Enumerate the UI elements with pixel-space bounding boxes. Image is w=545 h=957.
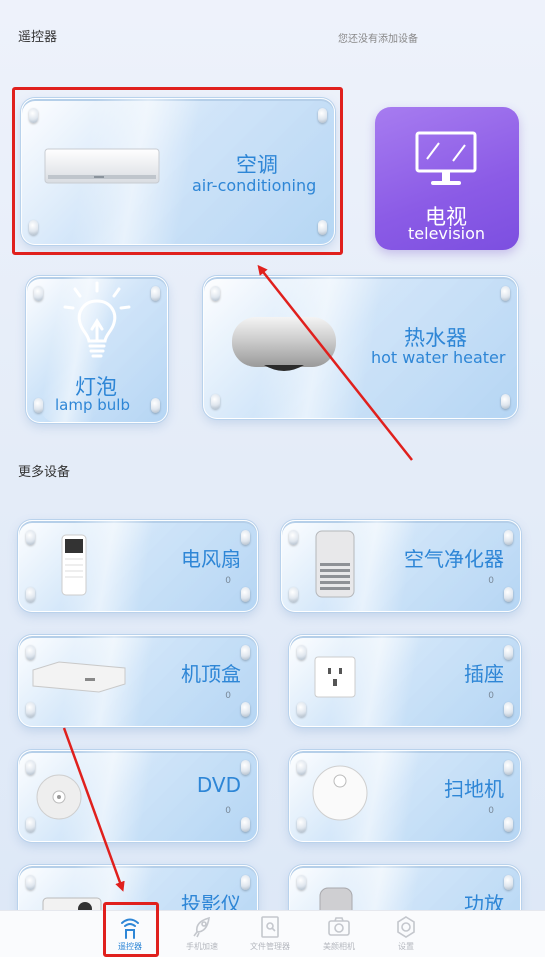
robot-vacuum-icon [312,765,368,821]
device-card-dvd[interactable]: DVD 0 [18,750,258,842]
gear-icon [397,916,415,938]
tab-label: 设置 [398,942,414,951]
device-card-fan[interactable]: 电风扇 0 [18,520,258,612]
hot-water-heater-card[interactable]: 热水器 hot water heater [203,276,518,419]
tab-remote[interactable]: 遥控器 [100,914,160,952]
device-count: 0 [488,576,494,586]
tab-settings[interactable]: 设置 [376,914,436,952]
device-card-air-purifier[interactable]: 空气净化器 0 [281,520,521,612]
tab-beauty-camera[interactable]: 美颜相机 [309,914,369,952]
device-count: 0 [225,806,231,816]
air-conditioner-icon [44,148,160,184]
device-name: 插座 [464,662,504,686]
device-name: 扫地机 [444,777,504,801]
file-search-icon [261,916,279,938]
device-card-set-top-box[interactable]: 机顶盒 0 [18,635,258,727]
device-name: DVD [196,773,241,797]
device-card-socket[interactable]: 插座 0 [289,635,521,727]
device-name: 机顶盒 [181,662,241,686]
water-heater-icon [232,317,336,371]
device-card-robot-vacuum[interactable]: 扫地机 0 [289,750,521,842]
lamp-bulb-card[interactable]: 灯泡 lamp bulb [26,276,168,423]
air-purifier-icon [315,530,355,598]
wifi-remote-icon [121,918,139,939]
rocket-icon [193,916,210,938]
no-device-hint: 您还没有添加设备 [338,34,418,45]
wall-socket-icon [314,656,356,698]
device-count: 0 [488,806,494,816]
water-heater-name-en: hot water heater [371,348,506,367]
tab-label: 文件管理器 [250,942,290,951]
monitor-icon [415,131,477,185]
tower-fan-icon [61,534,87,596]
ac-name-en: air-conditioning [192,176,317,195]
camera-icon [328,917,350,936]
tab-label: 手机加速 [186,942,218,951]
air-conditioning-card[interactable]: 空调 air-conditioning [21,98,335,245]
bottom-tab-bar: 遥控器 手机加速 文件管理器 美颜相机 设置 [0,910,545,957]
device-count: 0 [225,576,231,586]
tab-label: 遥控器 [118,942,142,951]
tv-name-en: television [408,224,486,243]
device-name: 空气净化器 [404,547,504,571]
page-title: 遥控器 [18,30,58,45]
set-top-box-icon [32,661,126,693]
tab-file-manager[interactable]: 文件管理器 [240,914,300,952]
light-bulb-icon [63,281,131,358]
tab-phone-boost[interactable]: 手机加速 [172,914,232,952]
television-card[interactable]: 电视 television [375,107,519,250]
device-count: 0 [225,691,231,701]
tab-label: 美颜相机 [323,942,355,951]
more-devices-title: 更多设备 [18,465,71,480]
device-count: 0 [488,691,494,701]
ac-name-cn: 空调 [236,153,278,177]
dvd-disc-icon [36,774,82,820]
lamp-name-en: lamp bulb [55,396,130,414]
device-name: 电风扇 [181,547,241,571]
